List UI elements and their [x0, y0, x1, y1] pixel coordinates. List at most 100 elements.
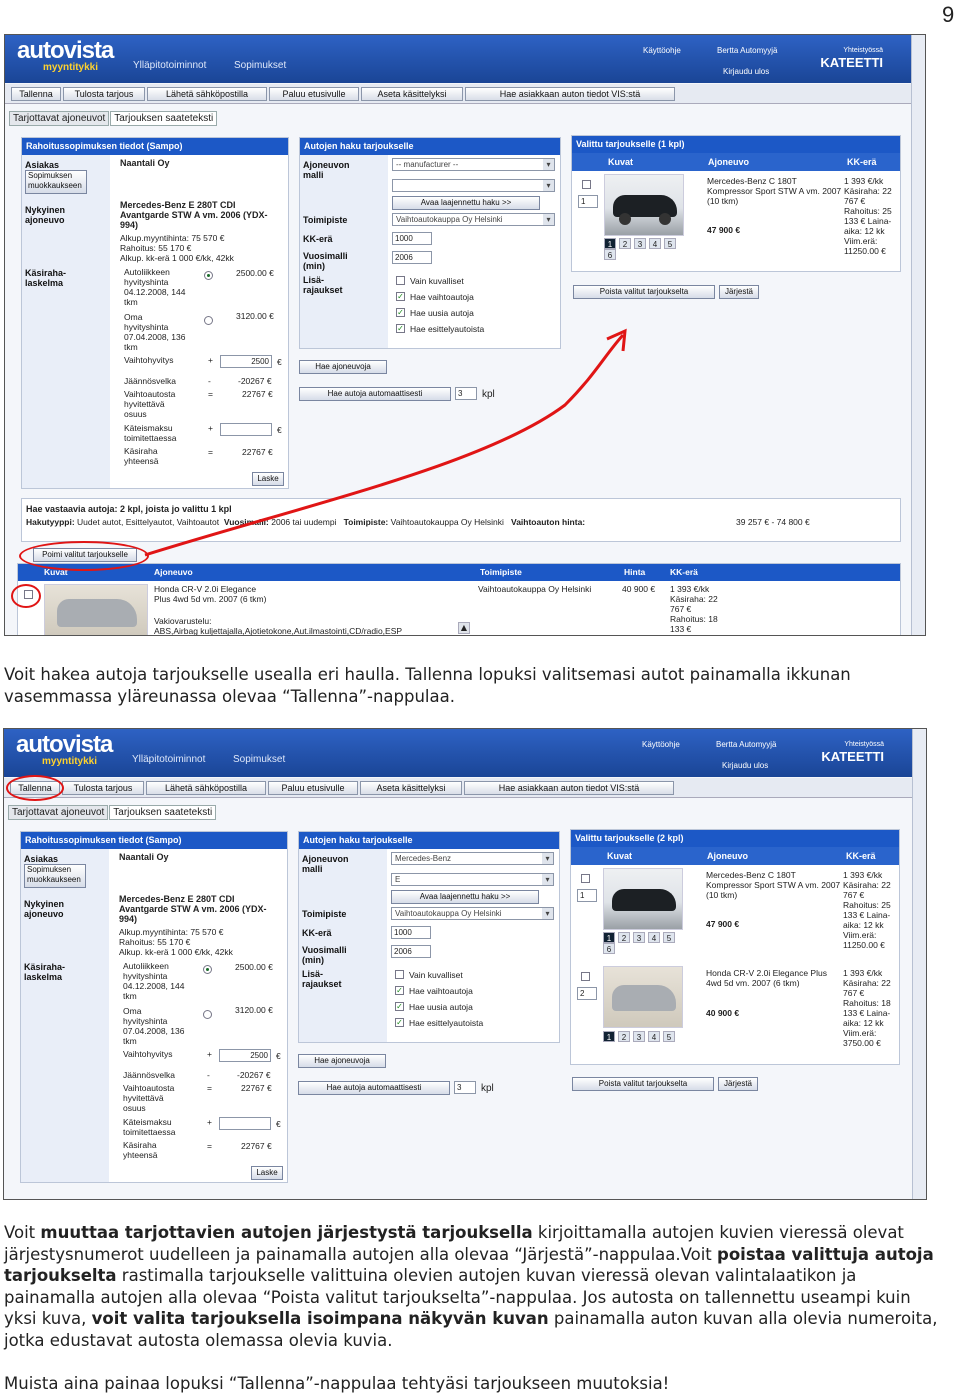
- alkup-kk-2: Alkup. kk-erä 1 000 €/kk, 42kk: [119, 947, 233, 957]
- uusia-checkbox-2[interactable]: ✓: [395, 1002, 404, 1011]
- jaannos-label-2: Jäännösvelka: [123, 1070, 175, 1080]
- oma-hyvitys-radio-2[interactable]: [203, 1010, 212, 1019]
- photo-pagination-1: 12345 6: [603, 932, 678, 954]
- tab-tarjottavat-2[interactable]: Tarjottavat ajoneuvot: [8, 805, 109, 820]
- p1-page-2[interactable]: 2: [618, 932, 630, 943]
- laheta-button-2[interactable]: Lähetä sähköpostilla: [146, 781, 266, 795]
- col-kuvat-2: Kuvat: [607, 851, 633, 861]
- screenshot-2: autovista myyntitykki Ylläpitotoiminnot S…: [3, 728, 927, 1200]
- vaihtoauto-sign-2: =: [207, 1083, 212, 1093]
- instruction-text-1: Voit hakea autoja tarjoukselle usealla e…: [4, 665, 851, 706]
- tulosta-button-2[interactable]: Tulosta tarjous: [62, 781, 144, 795]
- paluu-button-2[interactable]: Paluu etusivulle: [268, 781, 358, 795]
- car1-kk: 1 393 €/kk Käsiraha: 22 767 € Rahoitus: …: [843, 870, 891, 950]
- kateis-sign-2: +: [207, 1117, 212, 1127]
- tab-saateteksti-2[interactable]: Tarjouksen saateteksti: [109, 805, 217, 820]
- p1-page-6[interactable]: 6: [603, 943, 615, 954]
- col-ajoneuvo-2: Ajoneuvo: [707, 851, 749, 861]
- kateis-label-2: Käteismaksu toimitettaessa: [123, 1117, 176, 1137]
- hae-ajoneuvoja-button-2[interactable]: Hae ajoneuvoja: [298, 1054, 386, 1068]
- screenshot-1: autovista myyntitykki Ylläpitotoiminnot S…: [4, 34, 926, 636]
- p2-page-3[interactable]: 3: [633, 1031, 645, 1042]
- p1-page-3[interactable]: 3: [633, 932, 645, 943]
- tabs-2: Tarjottavat ajoneuvot Tarjouksen saatetek…: [8, 800, 217, 820]
- vaihtoautoja-label-2: Hae vaihtoautoja: [409, 986, 473, 996]
- vain-kuvalliset-label-2: Vain kuvalliset: [409, 970, 463, 980]
- p1-page-5[interactable]: 5: [663, 932, 675, 943]
- euro-2: €: [276, 1051, 281, 1061]
- col-kkera-2: KK-erä: [846, 851, 876, 861]
- car2-price: 40 900 €: [706, 1008, 740, 1018]
- kk-input-2[interactable]: 1000: [391, 926, 431, 939]
- euro-3: €: [276, 1119, 281, 1129]
- search-title-2: Autojen haku tarjoukselle: [299, 832, 559, 849]
- p2-page-1[interactable]: 1: [603, 1031, 615, 1042]
- vuosi-label-2: Vuosimalli (min): [302, 945, 347, 965]
- vaihto-input-2[interactable]: 2500: [219, 1049, 271, 1062]
- p1-page-1[interactable]: 1: [603, 932, 615, 943]
- laske-button-2[interactable]: Laske: [251, 1166, 283, 1180]
- kateis-input-2[interactable]: [219, 1117, 271, 1130]
- kasiraha-yht-value-2: 22767 €: [241, 1141, 272, 1151]
- count-input-2[interactable]: 3: [454, 1081, 476, 1094]
- car-photo-honda-2[interactable]: [603, 966, 683, 1028]
- nav-yllapito-2[interactable]: Ylläpitotoiminnot: [132, 754, 205, 765]
- scrollbar-2[interactable]: [912, 729, 926, 1199]
- p2-page-2[interactable]: 2: [618, 1031, 630, 1042]
- vuosi-input-2[interactable]: 2006: [391, 945, 431, 958]
- selected-title-2: Valittu tarjoukselle (2 kpl): [571, 830, 899, 847]
- car-photo-mercedes-2[interactable]: [603, 868, 683, 930]
- vis-button-2[interactable]: Hae asiakkaan auton tiedot VIS:stä: [464, 781, 674, 795]
- selected-car2-checkbox[interactable]: [581, 972, 590, 981]
- kasiraha-yht-sign-2: =: [207, 1141, 212, 1151]
- vaihtoautoja-checkbox-2[interactable]: ✓: [395, 986, 404, 995]
- p2-page-5[interactable]: 5: [663, 1031, 675, 1042]
- order2-input[interactable]: 2: [577, 987, 597, 1000]
- selected-car1-checkbox[interactable]: [581, 874, 590, 883]
- p2-page-4[interactable]: 4: [648, 1031, 660, 1042]
- ajoneuvon-malli-label-2: Ajoneuvon malli: [302, 854, 349, 874]
- asiakas-label-2: Asiakas: [24, 854, 59, 864]
- vaihtoauto-label-2: Vaihtoautosta hyvitettävä osuus: [123, 1083, 175, 1113]
- poista-button-2[interactable]: Poista valitut tarjoukselta: [572, 1077, 714, 1091]
- instruction-text-3: Muista aina painaa lopuksi “Tallenna”-na…: [4, 1374, 670, 1393]
- car1-description: Mercedes-Benz C 180T Kompressor Sport ST…: [706, 870, 841, 900]
- jaannos-sign-2: -: [207, 1070, 210, 1080]
- toimipiste-select-2[interactable]: Vaihtoautokauppa Oy Helsinki: [391, 907, 554, 920]
- kasiraha-label-2: Käsiraha-laskelma: [24, 962, 66, 982]
- alkup-hinta-2: Alkup.myyntihinta: 75 570 €: [119, 927, 224, 937]
- kpl-label-2: kpl: [481, 1083, 494, 1094]
- nav-sopimukset-2[interactable]: Sopimukset: [233, 754, 285, 765]
- vaihtoauto-value-2: 22767 €: [241, 1083, 272, 1093]
- jarjesta-button-2[interactable]: Järjestä: [718, 1077, 758, 1091]
- search-panel-2: Autojen haku tarjoukselle Ajoneuvon mall…: [298, 831, 560, 1043]
- malli2-select-2[interactable]: E: [391, 873, 554, 886]
- annotation-arrow-icon: [144, 328, 627, 557]
- vain-kuvalliset-checkbox-2[interactable]: [395, 970, 404, 979]
- current-vehicle-2: Mercedes-Benz E 280T CDI Avantgarde STW …: [119, 894, 267, 924]
- instruction-text-2: Voit muuttaa tarjottavien autojen järjes…: [4, 1223, 938, 1350]
- kateetti-logo-2: Yhteistyössä KATEETTI: [821, 741, 884, 764]
- malli-select-2[interactable]: Mercedes-Benz: [391, 852, 554, 865]
- hae-automaattisesti-button-2[interactable]: Hae autoja automaattisesti: [298, 1081, 450, 1095]
- sopimukset-button-2[interactable]: Sopimuksen muokkaukseen: [24, 864, 86, 888]
- oma-hyvitys-value-2: 3120.00 €: [235, 1005, 273, 1015]
- aut-hyvitys-radio-2[interactable]: [203, 965, 212, 974]
- esittely-checkbox-2[interactable]: ✓: [395, 1018, 404, 1027]
- link-kayttoohje-2[interactable]: Käyttöohje: [642, 740, 680, 749]
- toolbar-2: Tallenna Tulosta tarjous Lähetä sähköpos…: [4, 778, 912, 798]
- order1-input[interactable]: 1: [577, 889, 597, 902]
- jaannos-value-2: -20267 €: [237, 1070, 271, 1080]
- p1-page-4[interactable]: 4: [648, 932, 660, 943]
- asiakas-value-2: Naantali Oy: [119, 852, 169, 862]
- user-name-2: Bertta Automyyjä: [716, 740, 777, 749]
- nykyinen-label-2: Nykyinen ajoneuvo: [24, 899, 65, 919]
- vaihto-label-2: Vaihtohyvitys: [123, 1049, 173, 1059]
- oma-hyvitys-label-2: Oma hyvityshinta 07.04.2008, 136 tkm: [123, 1006, 185, 1046]
- laajennettu-haku-button-2[interactable]: Avaa laajennettu haku >>: [391, 890, 539, 904]
- aseta-button-2[interactable]: Aseta käsittelyksi: [360, 781, 462, 795]
- link-kirjaudu-ulos-2[interactable]: Kirjaudu ulos: [722, 761, 768, 770]
- aut-hyvitys-label-2: Autoliikkeen hyvityshinta 04.12.2008, 14…: [123, 961, 185, 1001]
- aut-hyvitys-value-2: 2500.00 €: [235, 962, 273, 972]
- autovista-logo-2: autovista myyntitykki: [16, 731, 113, 768]
